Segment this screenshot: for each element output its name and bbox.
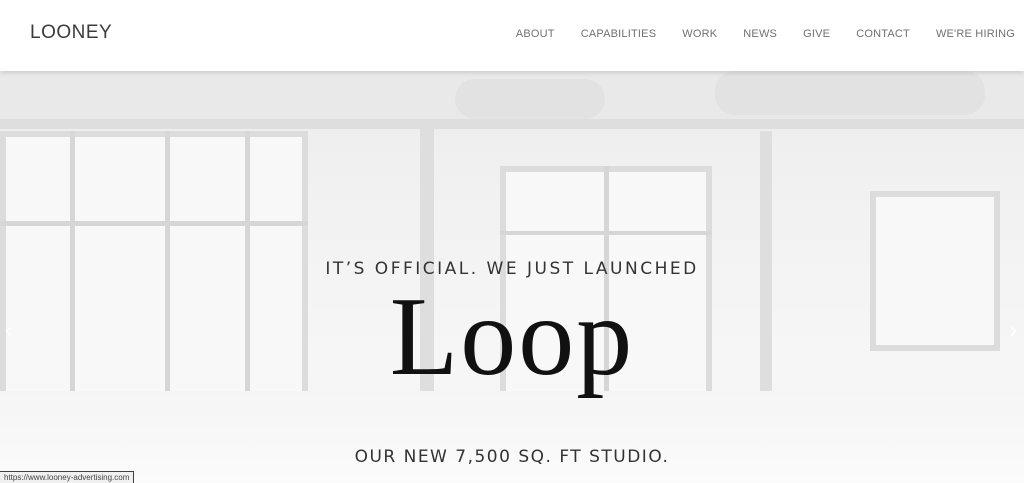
window-mullion xyxy=(500,231,712,235)
hero-headline: Loop xyxy=(389,275,635,399)
hero-subline: OUR NEW 7,500 SQ. FT STUDIO. xyxy=(354,447,670,467)
site-header: LOONEY ABOUT CAPABILITIES WORK NEWS GIVE… xyxy=(0,0,1024,71)
nav-capabilities[interactable]: CAPABILITIES xyxy=(581,28,657,40)
status-bar-url: https://www.looney-advertising.com xyxy=(0,471,135,483)
site-logo[interactable]: LOONEY xyxy=(30,22,112,44)
duct xyxy=(715,71,985,115)
nav-were-hiring[interactable]: WE'RE HIRING xyxy=(936,28,1015,40)
nav-work[interactable]: WORK xyxy=(682,28,717,40)
beam xyxy=(0,119,1024,129)
main-nav: ABOUT CAPABILITIES WORK NEWS GIVE CONTAC… xyxy=(490,28,1015,40)
nav-news[interactable]: NEWS xyxy=(743,28,777,40)
duct xyxy=(455,79,605,119)
nav-contact[interactable]: CONTACT xyxy=(856,28,910,40)
floor xyxy=(0,391,1024,483)
window-mullion xyxy=(0,221,308,226)
nav-give[interactable]: GIVE xyxy=(803,28,830,40)
nav-about[interactable]: ABOUT xyxy=(516,28,555,40)
